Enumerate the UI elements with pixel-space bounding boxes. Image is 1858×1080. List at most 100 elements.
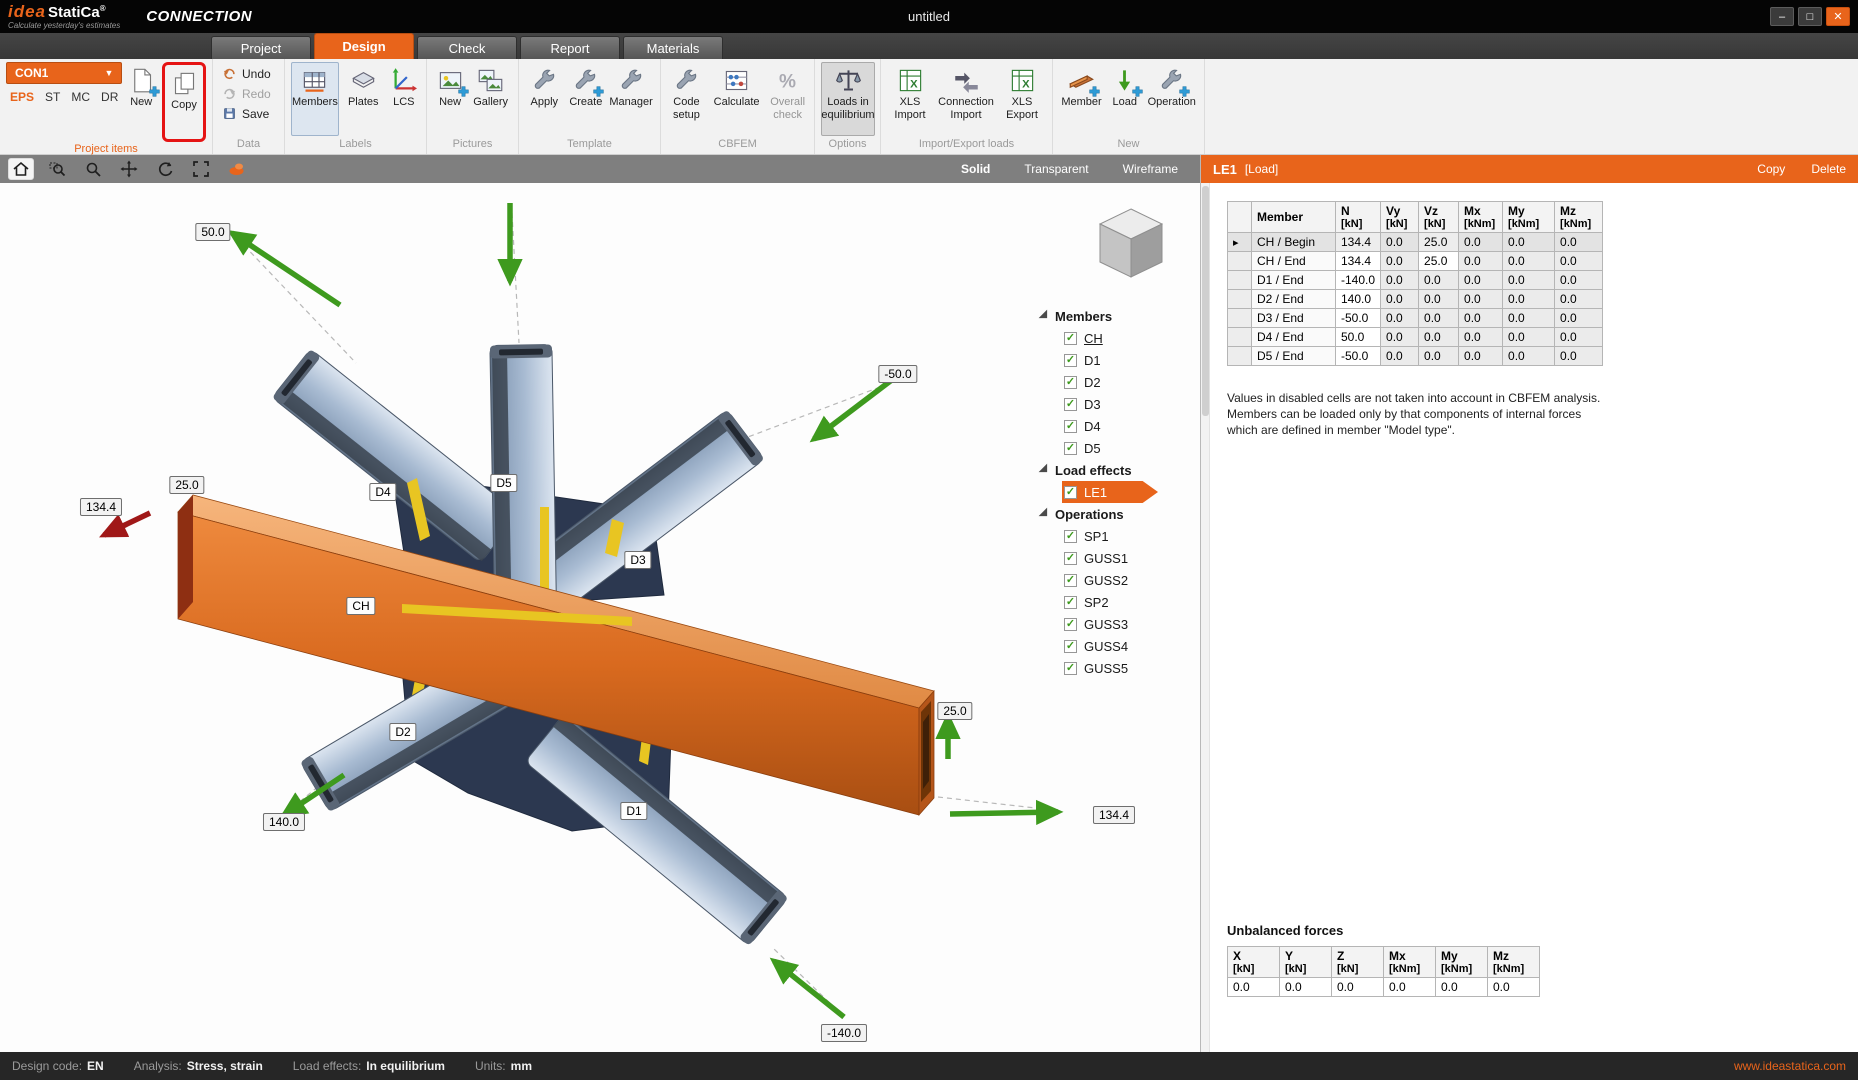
labels-members-button[interactable]: Members xyxy=(291,62,339,136)
new-load-button[interactable]: Load xyxy=(1106,62,1144,136)
panel-scrollbar[interactable] xyxy=(1201,183,1210,1052)
checkbox-icon[interactable]: ✓ xyxy=(1064,442,1077,455)
tree-item-le1[interactable]: ✓LE1 xyxy=(1062,481,1158,503)
connection-import-button[interactable]: Connection Import xyxy=(935,62,997,136)
tree-section-members[interactable]: Members xyxy=(1042,305,1194,327)
pan-button[interactable] xyxy=(116,158,142,180)
code-setup-button[interactable]: Code setup xyxy=(667,62,706,136)
tree-item-d3[interactable]: ✓D3 xyxy=(1062,393,1194,415)
tree-item-guss2[interactable]: ✓GUSS2 xyxy=(1062,569,1194,591)
scrollbar-thumb[interactable] xyxy=(1202,186,1209,416)
value-cell[interactable]: -50.0 xyxy=(1336,309,1381,328)
tree-section-load-effects[interactable]: Load effects xyxy=(1042,459,1194,481)
value-cell[interactable]: -50.0 xyxy=(1336,347,1381,366)
copy-load-button[interactable]: Copy xyxy=(1757,162,1785,176)
row-selector[interactable] xyxy=(1228,328,1252,347)
calculate-button[interactable]: Calculate xyxy=(708,62,765,136)
zoom-button[interactable] xyxy=(80,158,106,180)
maximize-button[interactable]: □ xyxy=(1798,7,1822,26)
tree-item-d4[interactable]: ✓D4 xyxy=(1062,415,1194,437)
clay-mode-button[interactable] xyxy=(224,158,250,180)
overall-check-button[interactable]: Overall check xyxy=(767,62,808,136)
value-cell[interactable]: 50.0 xyxy=(1336,328,1381,347)
value-cell[interactable]: -140.0 xyxy=(1336,271,1381,290)
new-operation-button[interactable]: Operation xyxy=(1146,62,1198,136)
checkbox-icon[interactable]: ✓ xyxy=(1064,662,1077,675)
value-cell[interactable]: 134.4 xyxy=(1336,233,1381,252)
tree-item-d5[interactable]: ✓D5 xyxy=(1062,437,1194,459)
mode-eps-button[interactable]: EPS xyxy=(6,88,38,106)
value-cell[interactable]: 134.4 xyxy=(1336,252,1381,271)
value-cell[interactable]: 25.0 xyxy=(1419,252,1459,271)
row-selector[interactable] xyxy=(1228,347,1252,366)
tab-materials[interactable]: Materials xyxy=(623,36,723,59)
connection-selector[interactable]: CON1▼ xyxy=(6,62,122,84)
connection-3d-scene[interactable] xyxy=(0,155,1200,1052)
website-link[interactable]: www.ideastatica.com xyxy=(1734,1059,1846,1073)
redo-button[interactable]: Redo xyxy=(219,84,274,103)
tree-section-operations[interactable]: Operations xyxy=(1042,503,1194,525)
render-mode-transparent[interactable]: Transparent xyxy=(1024,162,1088,176)
new-project-item-button[interactable]: New xyxy=(124,62,158,136)
labels-lcs-button[interactable]: LCS xyxy=(388,62,420,136)
checkbox-icon[interactable]: ✓ xyxy=(1064,332,1077,345)
picture-gallery-button[interactable]: Gallery xyxy=(469,62,512,136)
3d-viewport[interactable]: Solid Transparent Wireframe CH D1 D2 D3 … xyxy=(0,155,1200,1052)
save-button[interactable]: Save xyxy=(219,104,272,123)
zoom-fit-button[interactable] xyxy=(188,158,214,180)
tab-design[interactable]: Design xyxy=(314,33,414,59)
tree-item-ch[interactable]: ✓CH xyxy=(1062,327,1194,349)
row-selector[interactable] xyxy=(1228,271,1252,290)
render-mode-solid[interactable]: Solid xyxy=(961,162,990,176)
tree-item-sp2[interactable]: ✓SP2 xyxy=(1062,591,1194,613)
checkbox-icon[interactable]: ✓ xyxy=(1064,376,1077,389)
xls-import-button[interactable]: XLS Import xyxy=(887,62,933,136)
mode-mc-button[interactable]: MC xyxy=(67,88,94,106)
render-mode-wireframe[interactable]: Wireframe xyxy=(1123,162,1178,176)
mode-st-button[interactable]: ST xyxy=(41,88,64,106)
row-selector[interactable] xyxy=(1228,290,1252,309)
tree-item-guss4[interactable]: ✓GUSS4 xyxy=(1062,635,1194,657)
labels-plates-button[interactable]: Plates xyxy=(341,62,386,136)
copy-item-button[interactable]: Copy xyxy=(166,65,202,139)
tree-item-guss3[interactable]: ✓GUSS3 xyxy=(1062,613,1194,635)
tree-item-d1[interactable]: ✓D1 xyxy=(1062,349,1194,371)
checkbox-icon[interactable]: ✓ xyxy=(1064,640,1077,653)
loads-in-equilibrium-button[interactable]: Loads in equilibrium xyxy=(821,62,875,136)
picture-new-button[interactable]: New xyxy=(433,62,467,136)
xls-export-button[interactable]: XLS Export xyxy=(999,62,1045,136)
checkbox-icon[interactable]: ✓ xyxy=(1064,552,1077,565)
rotate-button[interactable] xyxy=(152,158,178,180)
checkbox-icon[interactable]: ✓ xyxy=(1064,398,1077,411)
tree-item-sp1[interactable]: ✓SP1 xyxy=(1062,525,1194,547)
undo-button[interactable]: Undo xyxy=(219,64,274,83)
tab-project[interactable]: Project xyxy=(211,36,311,59)
checkbox-icon[interactable]: ✓ xyxy=(1064,530,1077,543)
new-member-button[interactable]: Member xyxy=(1059,62,1104,136)
checkbox-icon[interactable]: ✓ xyxy=(1064,574,1077,587)
tab-report[interactable]: Report xyxy=(520,36,620,59)
checkbox-icon[interactable]: ✓ xyxy=(1064,420,1077,433)
tree-item-guss1[interactable]: ✓GUSS1 xyxy=(1062,547,1194,569)
close-button[interactable]: ✕ xyxy=(1826,7,1850,26)
delete-load-button[interactable]: Delete xyxy=(1811,162,1846,176)
tree-item-d2[interactable]: ✓D2 xyxy=(1062,371,1194,393)
row-selector[interactable] xyxy=(1228,309,1252,328)
value-cell[interactable]: 140.0 xyxy=(1336,290,1381,309)
tree-item-guss5[interactable]: ✓GUSS5 xyxy=(1062,657,1194,679)
template-create-button[interactable]: Create xyxy=(566,62,606,136)
checkbox-icon[interactable]: ✓ xyxy=(1064,618,1077,631)
value-cell[interactable]: 25.0 xyxy=(1419,233,1459,252)
home-view-button[interactable] xyxy=(8,158,34,180)
row-selector[interactable] xyxy=(1228,252,1252,271)
minimize-button[interactable]: – xyxy=(1770,7,1794,26)
row-selector[interactable]: ▸ xyxy=(1228,233,1252,252)
view-cube[interactable] xyxy=(1088,201,1174,287)
mode-dr-button[interactable]: DR xyxy=(97,88,122,106)
tab-check[interactable]: Check xyxy=(417,36,517,59)
template-manager-button[interactable]: Manager xyxy=(608,62,654,136)
checkbox-icon[interactable]: ✓ xyxy=(1064,486,1077,499)
zoom-window-button[interactable] xyxy=(44,158,70,180)
template-apply-button[interactable]: Apply xyxy=(525,62,564,136)
checkbox-icon[interactable]: ✓ xyxy=(1064,354,1077,367)
